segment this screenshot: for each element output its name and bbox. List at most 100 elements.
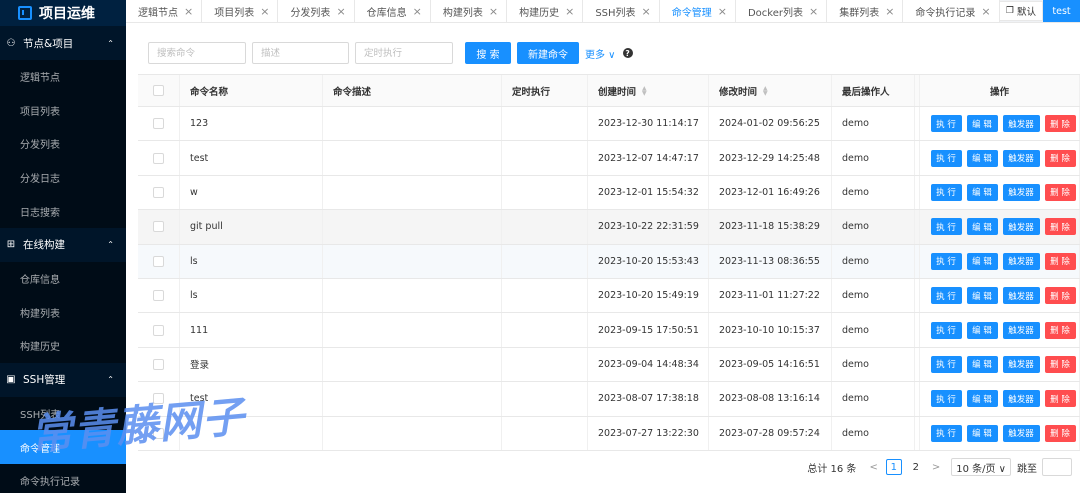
row-checkbox[interactable] xyxy=(153,324,164,336)
tab[interactable]: 项目列表 × xyxy=(202,0,279,22)
close-icon[interactable]: × xyxy=(565,5,574,18)
delete-button[interactable]: 删 除 xyxy=(1044,149,1076,167)
row-checkbox[interactable] xyxy=(153,290,164,302)
sidebar-item[interactable]: 仓库信息 xyxy=(0,261,126,296)
edit-button[interactable]: 编 辑 xyxy=(966,287,998,305)
new-command-button[interactable]: 新建命令 xyxy=(517,42,579,64)
close-icon[interactable]: × xyxy=(260,5,269,18)
page-1-button[interactable]: 1 xyxy=(885,459,902,475)
tab[interactable]: Docker列表 × xyxy=(735,0,828,22)
sidebar-item[interactable]: 命令执行记录 xyxy=(0,463,126,493)
tab[interactable]: SSH列表 × xyxy=(583,0,660,22)
run-button[interactable]: 执 行 xyxy=(930,321,962,339)
close-icon[interactable]: × xyxy=(336,5,345,18)
close-icon[interactable]: × xyxy=(642,5,651,18)
trigger-button[interactable]: 触发器 xyxy=(1002,252,1040,270)
page-2-button[interactable]: 2 xyxy=(908,459,924,475)
delete-button[interactable]: 删 除 xyxy=(1044,183,1076,201)
sidebar-group-0[interactable]: ⚇ 节点&项目 ⌃ xyxy=(0,26,126,60)
sidebar-item[interactable]: 构建历史 xyxy=(0,329,126,363)
next-page-button[interactable]: > xyxy=(932,462,940,473)
delete-button[interactable]: 删 除 xyxy=(1044,115,1076,133)
page-size-select[interactable]: 10 条/页 ∨ xyxy=(951,458,1011,476)
trigger-button[interactable]: 触发器 xyxy=(1002,321,1040,339)
delete-button[interactable]: 删 除 xyxy=(1044,218,1076,236)
edit-button[interactable]: 编 辑 xyxy=(966,149,998,167)
tab[interactable]: 逻辑节点 × xyxy=(126,0,203,22)
trigger-button[interactable]: 触发器 xyxy=(1002,183,1040,201)
description-input[interactable] xyxy=(252,42,349,64)
tab[interactable]: 仓库信息 × xyxy=(354,0,431,22)
edit-button[interactable]: 编 辑 xyxy=(966,424,998,442)
tab[interactable]: 构建历史 × xyxy=(507,0,584,22)
header-modify-time[interactable]: 修改时间 ▲ ▼ xyxy=(709,75,832,106)
tab-extra-default[interactable]: ❐ 默认 xyxy=(998,1,1043,21)
brand[interactable]: 项目运维 xyxy=(0,0,126,26)
row-checkbox[interactable] xyxy=(153,221,164,233)
run-button[interactable]: 执 行 xyxy=(930,218,962,236)
help-icon[interactable]: ? xyxy=(622,48,633,58)
edit-button[interactable]: 编 辑 xyxy=(966,390,998,408)
run-button[interactable]: 执 行 xyxy=(930,390,962,408)
sort-icon[interactable]: ▲ ▼ xyxy=(763,85,768,96)
sidebar-item[interactable]: 构建列表 xyxy=(0,295,126,330)
run-button[interactable]: 执 行 xyxy=(930,355,962,373)
sidebar-group-1[interactable]: ⊞ 在线构建 ⌃ xyxy=(0,228,126,262)
trigger-button[interactable]: 触发器 xyxy=(1002,218,1040,236)
sidebar-item[interactable]: 逻辑节点 xyxy=(0,60,126,94)
timer-input[interactable] xyxy=(355,42,453,64)
tab[interactable]: 命令执行记录 × xyxy=(903,0,1000,22)
close-icon[interactable]: × xyxy=(885,5,894,18)
trigger-button[interactable]: 触发器 xyxy=(1002,424,1040,442)
sidebar-item[interactable]: 分发列表 xyxy=(0,127,126,161)
row-checkbox[interactable] xyxy=(153,255,164,267)
edit-button[interactable]: 编 辑 xyxy=(966,252,998,270)
trigger-button[interactable]: 触发器 xyxy=(1002,115,1040,133)
delete-button[interactable]: 删 除 xyxy=(1044,287,1076,305)
tab[interactable]: 分发列表 × xyxy=(278,0,355,22)
delete-button[interactable]: 删 除 xyxy=(1044,424,1076,442)
run-button[interactable]: 执 行 xyxy=(930,287,962,305)
delete-button[interactable]: 删 除 xyxy=(1044,321,1076,339)
run-button[interactable]: 执 行 xyxy=(930,115,962,133)
delete-button[interactable]: 删 除 xyxy=(1044,252,1076,270)
run-button[interactable]: 执 行 xyxy=(930,183,962,201)
sidebar-item[interactable]: 项目列表 xyxy=(0,93,126,128)
search-command-input[interactable] xyxy=(148,42,246,64)
run-button[interactable]: 执 行 xyxy=(930,424,962,442)
tab[interactable]: 构建列表 × xyxy=(430,0,508,22)
run-button[interactable]: 执 行 xyxy=(930,149,962,167)
close-icon[interactable]: × xyxy=(413,5,422,18)
row-checkbox[interactable] xyxy=(153,186,164,198)
search-button[interactable]: 搜 索 xyxy=(465,42,511,64)
row-checkbox[interactable] xyxy=(153,152,164,164)
delete-button[interactable]: 删 除 xyxy=(1044,390,1076,408)
trigger-button[interactable]: 触发器 xyxy=(1002,355,1040,373)
sidebar-group-2[interactable]: ▣ SSH管理 ⌃ xyxy=(0,363,126,397)
sidebar-item[interactable]: 日志搜索 xyxy=(0,194,126,228)
close-icon[interactable]: × xyxy=(809,5,818,18)
trigger-button[interactable]: 触发器 xyxy=(1002,287,1040,305)
sidebar-item[interactable]: 分发日志 xyxy=(0,160,126,195)
prev-page-button[interactable]: < xyxy=(869,462,877,473)
edit-button[interactable]: 编 辑 xyxy=(966,355,998,373)
run-button[interactable]: 执 行 xyxy=(930,252,962,270)
edit-button[interactable]: 编 辑 xyxy=(966,183,998,201)
edit-button[interactable]: 编 辑 xyxy=(966,115,998,133)
edit-button[interactable]: 编 辑 xyxy=(966,321,998,339)
header-create-time[interactable]: 创建时间 ▲ ▼ xyxy=(588,75,709,106)
jump-page-input[interactable] xyxy=(1042,458,1072,476)
delete-button[interactable]: 删 除 xyxy=(1044,355,1076,373)
close-icon[interactable]: × xyxy=(718,5,727,18)
select-all-checkbox[interactable] xyxy=(153,85,164,96)
close-icon[interactable]: × xyxy=(489,5,498,18)
tab[interactable]: 命令管理 × xyxy=(659,0,736,22)
close-icon[interactable]: × xyxy=(184,5,193,18)
row-checkbox[interactable] xyxy=(153,118,164,130)
trigger-button[interactable]: 触发器 xyxy=(1002,390,1040,408)
edit-button[interactable]: 编 辑 xyxy=(966,218,998,236)
more-filters-link[interactable]: 更多 ∨ xyxy=(585,46,616,61)
trigger-button[interactable]: 触发器 xyxy=(1002,149,1040,167)
user-menu[interactable]: test xyxy=(1043,0,1080,22)
sort-icon[interactable]: ▲ ▼ xyxy=(642,85,647,96)
